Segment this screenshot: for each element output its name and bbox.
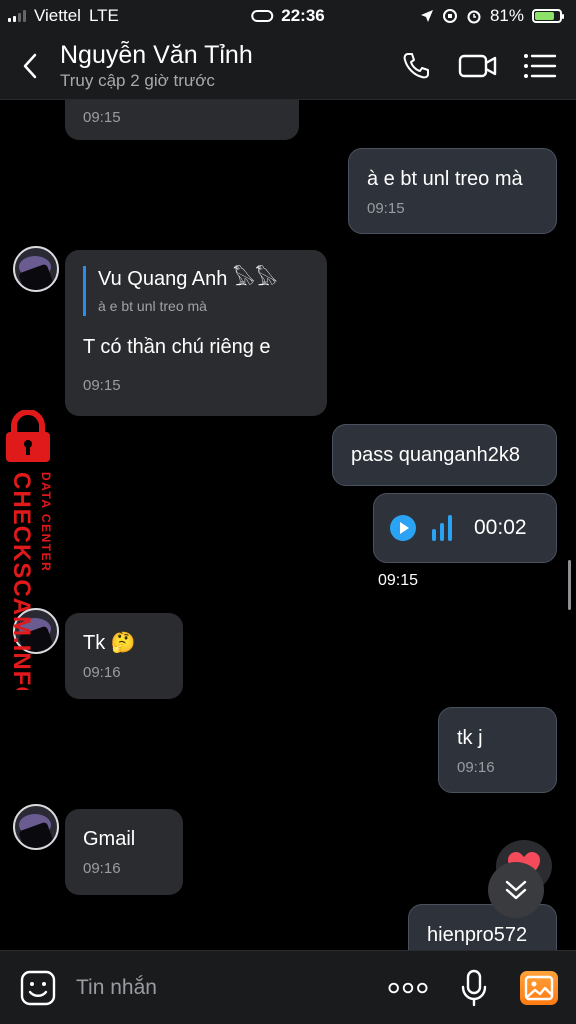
message-time: 09:15 xyxy=(83,109,121,126)
avatar[interactable] xyxy=(13,246,59,292)
orientation-lock-icon xyxy=(442,9,457,23)
status-left: Viettel LTE xyxy=(8,6,119,26)
double-chevron-down-icon xyxy=(505,880,527,900)
menu-button[interactable] xyxy=(520,46,560,86)
message-bubble-in[interactable]: Gmail 09:16 xyxy=(65,809,183,895)
contact-name: Nguyễn Văn Tỉnh xyxy=(60,40,253,69)
status-center: 22:36 xyxy=(251,6,325,26)
voice-message-bubble[interactable]: 00:02 xyxy=(373,493,557,563)
message-text: T có thần chú riêng e xyxy=(83,336,271,358)
location-icon xyxy=(420,10,433,22)
message-bubble-in[interactable]: 09:15 xyxy=(65,100,299,140)
call-pill-icon xyxy=(251,10,274,22)
reply-author: Vu Quang Anh 𓅃𓅃 xyxy=(98,268,278,290)
microphone-icon xyxy=(461,969,487,1006)
message-time: 09:15 xyxy=(83,377,121,394)
gallery-button[interactable] xyxy=(520,970,558,1005)
reply-quote[interactable]: Vu Quang Anh 𓅃𓅃 à e bt unl treo mà xyxy=(83,266,309,316)
message-text: pass quanganh2k8 xyxy=(351,444,521,466)
battery-percent: 81% xyxy=(489,6,524,25)
voice-duration: 00:02 xyxy=(474,516,527,539)
battery-fill xyxy=(535,12,555,20)
header-actions xyxy=(396,46,576,86)
message-bubble-out[interactable]: à e bt unl treo mà 09:15 xyxy=(348,148,557,234)
more-dots-icon xyxy=(388,982,428,993)
video-call-icon xyxy=(458,54,497,77)
last-seen-status: Truy cập 2 giờ trước xyxy=(60,70,215,90)
message-time: 09:16 xyxy=(83,860,121,877)
alarm-icon xyxy=(467,10,481,24)
message-bubble-in[interactable]: Tk 🤔 09:16 xyxy=(65,613,183,699)
network-label: LTE xyxy=(88,6,119,25)
chat-title[interactable]: Nguyễn Văn Tỉnh Truy cập 2 giờ trước xyxy=(60,40,396,92)
message-time: 09:15 xyxy=(367,200,405,217)
back-icon xyxy=(23,53,37,78)
status-bar: Viettel LTE 22:36 81% xyxy=(0,0,576,32)
avatar[interactable] xyxy=(13,804,59,850)
message-text: tk j xyxy=(457,727,483,749)
message-text: Tk 🤔 xyxy=(83,632,136,654)
message-bubble-out[interactable]: tk j 09:16 xyxy=(438,707,557,793)
reply-text: à e bt unl treo mà xyxy=(98,298,207,314)
carrier-label: Viettel xyxy=(34,6,81,25)
voice-message-time: 09:15 xyxy=(378,572,419,589)
voice-record-button[interactable] xyxy=(454,968,494,1008)
video-call-button[interactable] xyxy=(458,46,498,86)
message-bubble-in[interactable]: Vu Quang Anh 𓅃𓅃 à e bt unl treo mà T có … xyxy=(65,250,327,416)
scroll-to-bottom-button[interactable] xyxy=(488,862,544,918)
phone-icon xyxy=(403,52,429,78)
waveform-icon xyxy=(432,515,452,541)
call-button[interactable] xyxy=(396,46,436,86)
message-text: hienpro572 xyxy=(427,924,528,946)
message-text: Gmail xyxy=(83,828,136,850)
status-right: 81% xyxy=(420,6,564,26)
sticker-button[interactable] xyxy=(18,968,58,1008)
sticker-icon xyxy=(20,970,56,1005)
more-options-button[interactable] xyxy=(388,968,428,1008)
checkscam-watermark: CHECKSCAM.INFO DATA CENTER xyxy=(6,410,53,690)
scroll-indicator[interactable] xyxy=(568,560,571,610)
signal-icon xyxy=(8,10,26,22)
play-icon[interactable] xyxy=(390,515,416,541)
message-time: 09:16 xyxy=(457,759,495,776)
message-input[interactable]: Tin nhắn xyxy=(76,976,388,1000)
battery-icon xyxy=(532,9,564,23)
image-icon xyxy=(524,975,554,1000)
watermark-text-sub: DATA CENTER xyxy=(39,472,53,572)
message-composer: Tin nhắn xyxy=(0,950,576,1024)
back-button[interactable] xyxy=(0,32,60,100)
menu-icon xyxy=(524,53,557,78)
message-time: 09:16 xyxy=(83,664,121,681)
message-bubble-out[interactable]: pass quanganh2k8 xyxy=(332,424,557,486)
message-text: à e bt unl treo mà xyxy=(367,168,523,190)
message-list[interactable]: 09:15 à e bt unl treo mà 09:15 Vu Quang … xyxy=(0,100,576,950)
watermark-text-main: CHECKSCAM.INFO xyxy=(8,472,35,690)
chat-header: Nguyễn Văn Tỉnh Truy cập 2 giờ trước xyxy=(0,32,576,100)
voice-player: 00:02 xyxy=(390,494,540,562)
status-time: 22:36 xyxy=(281,6,325,25)
